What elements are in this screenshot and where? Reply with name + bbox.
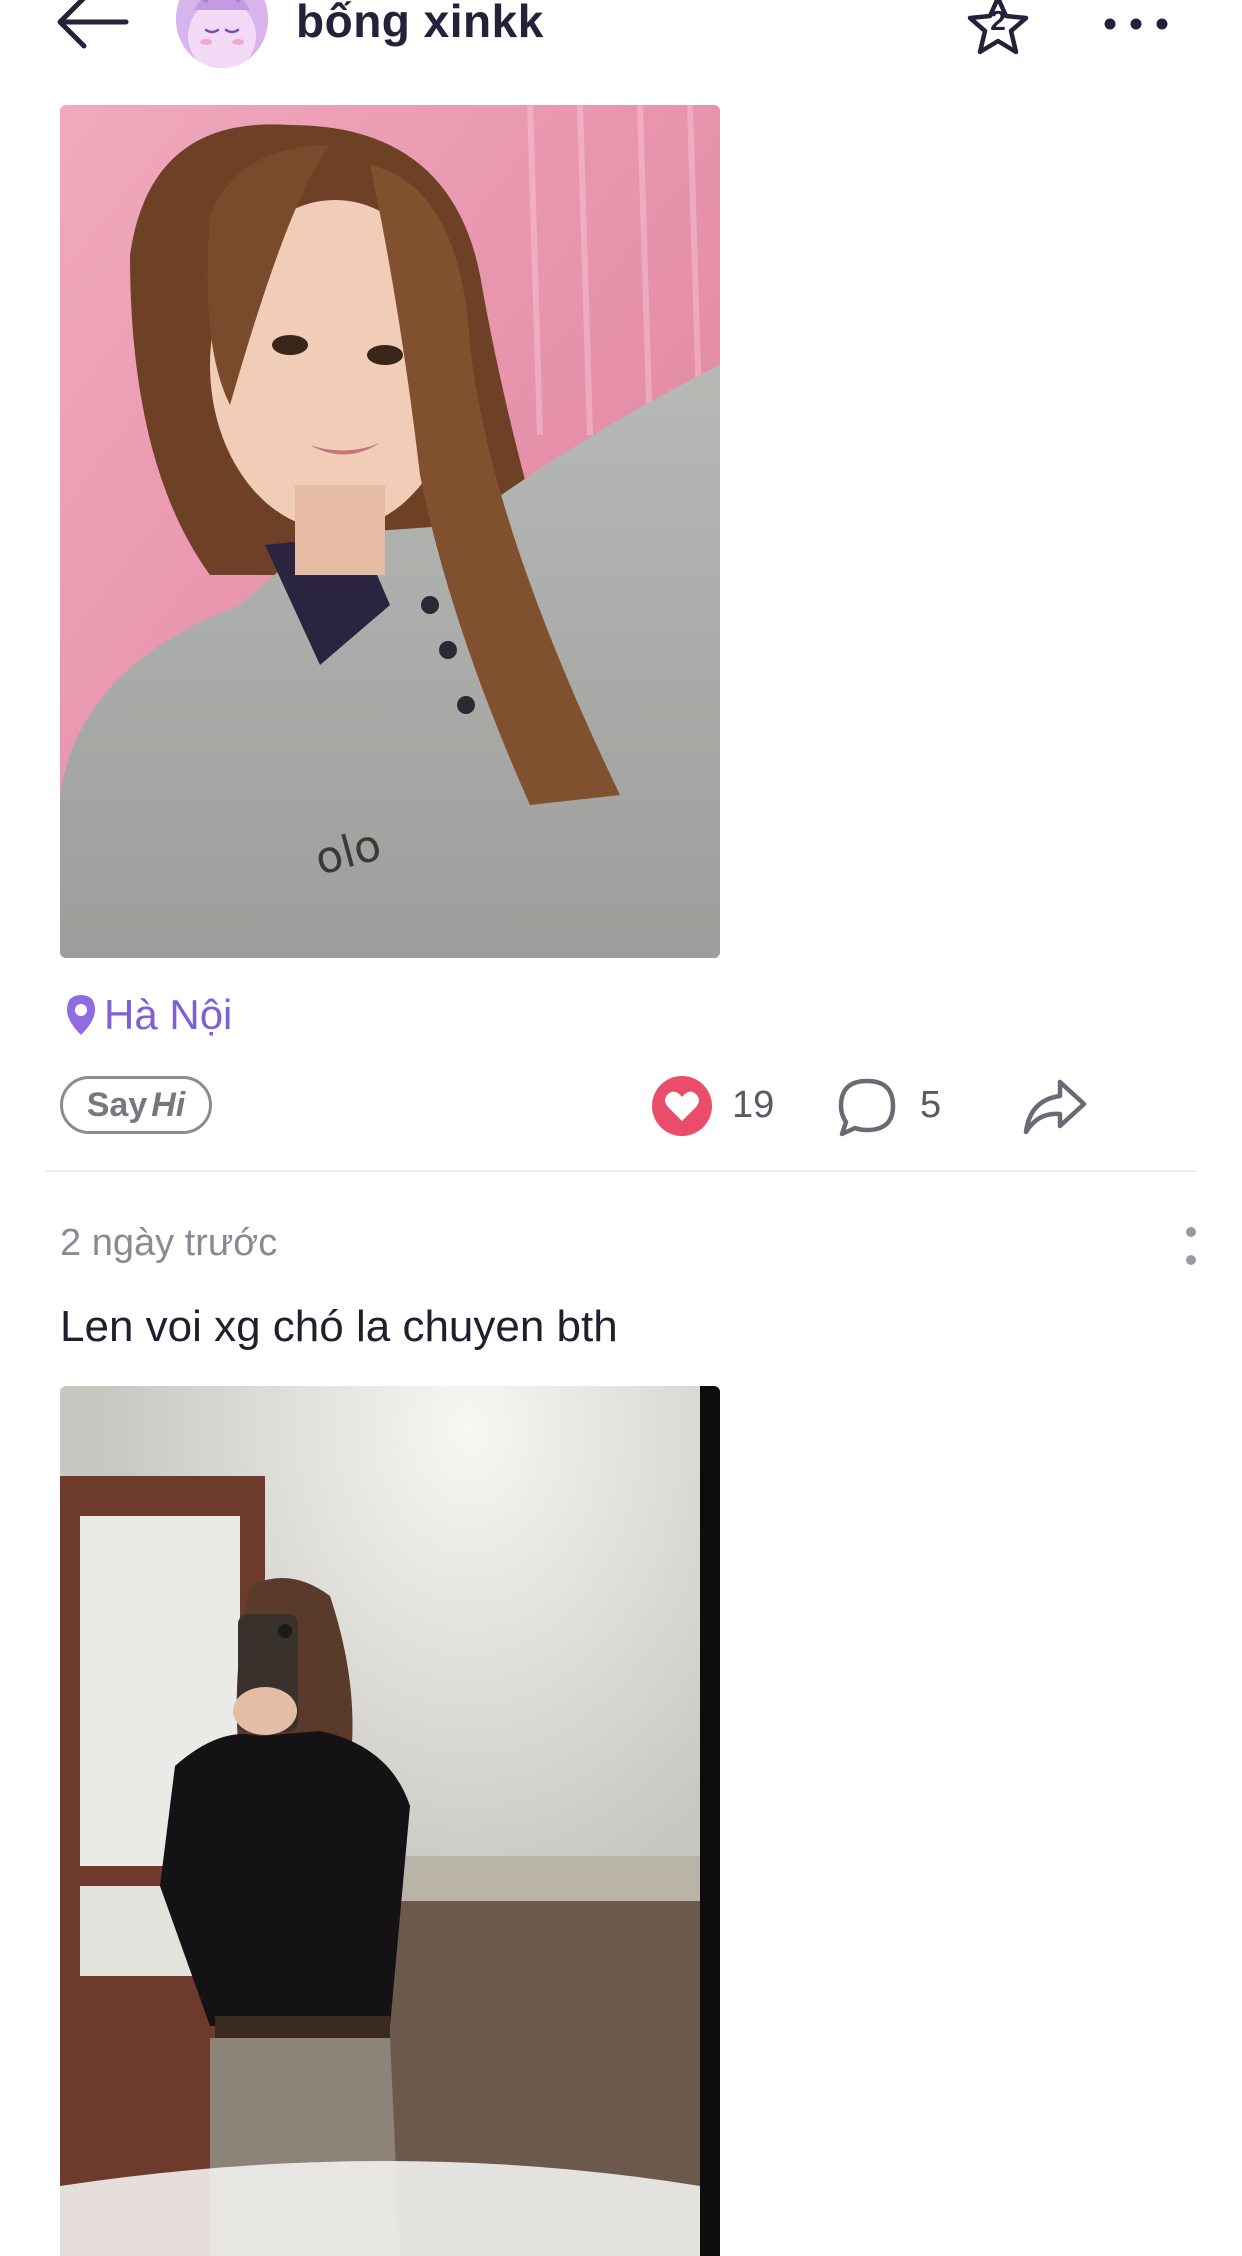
- avatar-illustration: [176, 0, 268, 68]
- star-badge: 2: [990, 5, 1006, 36]
- post-menu-button[interactable]: [1176, 1226, 1206, 1266]
- back-button[interactable]: [52, 0, 132, 60]
- say-hi-say-label: Say: [86, 1085, 148, 1124]
- comment-bubble-icon: [838, 1078, 896, 1137]
- post-feed-page: bống xinkk 2 olo Hà Nội Say Hi 19 5 2 ng…: [0, 0, 1242, 2256]
- arrow-left-icon: [57, 0, 129, 49]
- favorite-button[interactable]: 2: [964, 0, 1032, 60]
- avatar[interactable]: [176, 0, 268, 68]
- profile-username[interactable]: bống xinkk: [296, 0, 544, 48]
- say-hi-hi-label: Hi: [151, 1085, 186, 1124]
- post-photo-mirror-selfie[interactable]: [60, 1386, 720, 2256]
- say-hi-button[interactable]: Say Hi: [60, 1076, 212, 1134]
- post-timestamp: 2 ngày trước: [60, 1222, 278, 1264]
- header-bar: bống xinkk 2: [0, 0, 1242, 100]
- like-count: 19: [732, 1084, 775, 1126]
- location-label: Hà Nội: [104, 991, 233, 1038]
- post-actions-bar: Say Hi 19 5: [0, 1074, 1242, 1138]
- more-vertical-icon: [1186, 1227, 1196, 1265]
- post-photo-selfie[interactable]: olo: [60, 105, 720, 958]
- mirror-selfie-photo: [60, 1386, 720, 2256]
- comment-button[interactable]: [836, 1076, 898, 1138]
- post-caption: Len voi xg chó la chuyen bth: [60, 1302, 618, 1351]
- share-button[interactable]: [1022, 1076, 1088, 1138]
- selfie-photo: olo: [60, 105, 720, 958]
- share-arrow-icon: [1023, 1079, 1087, 1135]
- like-button[interactable]: [650, 1074, 714, 1138]
- heart-icon: [652, 1076, 712, 1136]
- more-horizontal-icon: [1104, 18, 1168, 30]
- post-location[interactable]: Hà Nội: [64, 990, 232, 1040]
- post-divider: [46, 1170, 1196, 1172]
- comment-count: 5: [920, 1084, 942, 1126]
- more-options-button[interactable]: [1100, 4, 1172, 44]
- location-pin-icon: [67, 995, 95, 1035]
